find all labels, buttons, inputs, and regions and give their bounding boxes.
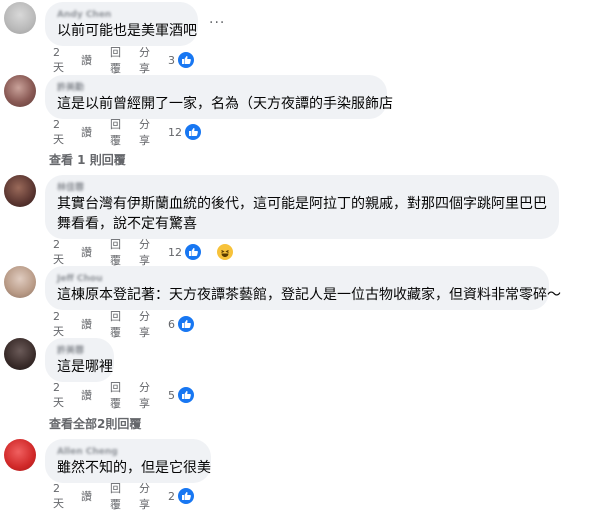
comment-time[interactable]: 2天	[53, 46, 64, 75]
comment-bubble: Allen Cheng 雖然不知的，但是它很美	[45, 439, 211, 483]
share-button[interactable]: 分享	[139, 308, 150, 340]
more-options-icon[interactable]: ···	[209, 15, 225, 31]
reaction-count[interactable]: 3	[168, 51, 213, 69]
comment-bubble: Andy Chen 以前可能也是美軍酒吧	[45, 2, 198, 46]
like-button[interactable]: 讚	[81, 316, 92, 332]
comment-text: 這是以前曾經開了一家，名為（天方夜譚的手染服飾店	[57, 96, 393, 112]
reply-button[interactable]: 回覆	[110, 379, 121, 411]
thumbs-up-icon	[177, 386, 195, 404]
comment-actions: 2天 讚 回覆 分享 12	[53, 118, 220, 147]
share-button[interactable]: 分享	[139, 480, 150, 512]
comment-bubble: 許美勤 這是以前曾經開了一家，名為（天方夜譚的手染服飾店	[45, 75, 393, 119]
avatar[interactable]	[4, 2, 36, 34]
reply-button[interactable]: 回覆	[110, 236, 121, 268]
comment-author[interactable]: Allen Cheng	[57, 446, 199, 458]
comment-text: 這棟原本登記著：天方夜譚茶藝館，登記人是一位古物收藏家，但資料非常零碎～	[57, 287, 561, 303]
comment-actions: 2天 讚 回覆 分享 2	[53, 482, 213, 511]
like-button[interactable]: 讚	[81, 244, 92, 260]
comment-author[interactable]: Andy Chen	[57, 9, 186, 21]
thumbs-up-icon	[177, 315, 195, 333]
reply-button[interactable]: 回覆	[110, 308, 121, 340]
comment-time[interactable]: 2天	[53, 118, 64, 147]
comment-author[interactable]: 許美勤	[57, 82, 375, 94]
avatar[interactable]	[4, 266, 36, 298]
reaction-count[interactable]: 6	[168, 315, 213, 333]
comment-actions: 2天 讚 回覆 分享 12	[53, 238, 252, 267]
avatar[interactable]	[4, 338, 36, 370]
haha-icon	[216, 243, 234, 261]
share-button[interactable]: 分享	[139, 379, 150, 411]
comment-time[interactable]: 2天	[53, 381, 64, 410]
comment-bubble: Jeff Chou 這棟原本登記著：天方夜譚茶藝館，登記人是一位古物收藏家，但資…	[45, 266, 561, 310]
reply-button[interactable]: 回覆	[110, 116, 121, 148]
comment-text: 其實台灣有伊斯蘭血統的後代，這可能是阿拉丁的親戚，對那四個字跳阿里巴巴舞看看，說…	[57, 196, 547, 232]
thumbs-up-icon	[184, 123, 202, 141]
comment-time[interactable]: 2天	[53, 310, 64, 339]
comment-text: 以前可能也是美軍酒吧	[57, 23, 197, 39]
avatar[interactable]	[4, 75, 36, 107]
comment-author[interactable]: 許美蓉	[57, 345, 102, 357]
reaction-count[interactable]: 12	[168, 123, 220, 141]
comment-text: 這是哪裡	[57, 359, 113, 375]
avatar[interactable]	[4, 175, 36, 207]
reaction-count[interactable]: 12	[168, 243, 252, 261]
comment-bubble: 林佳蓉 其實台灣有伊斯蘭血統的後代，這可能是阿拉丁的親戚，對那四個字跳阿里巴巴舞…	[45, 175, 559, 239]
thumbs-up-icon	[177, 487, 195, 505]
comment-time[interactable]: 2天	[53, 482, 64, 511]
like-button[interactable]: 讚	[81, 124, 92, 140]
comment-actions: 2天 讚 回覆 分享 6	[53, 310, 213, 339]
avatar[interactable]	[4, 439, 36, 471]
share-button[interactable]: 分享	[139, 44, 150, 76]
share-button[interactable]: 分享	[139, 236, 150, 268]
share-button[interactable]: 分享	[139, 116, 150, 148]
comment-bubble: 許美蓉 這是哪裡	[45, 338, 114, 382]
comment-text: 雖然不知的，但是它很美	[57, 460, 211, 476]
reaction-count[interactable]: 2	[168, 487, 213, 505]
comment-time[interactable]: 2天	[53, 238, 64, 267]
comment-actions: 2天 讚 回覆 分享 3	[53, 46, 213, 75]
comment-author[interactable]: Jeff Chou	[57, 273, 537, 285]
view-replies-link[interactable]: 查看 1 則回覆	[49, 151, 126, 168]
thumbs-up-icon	[177, 51, 195, 69]
view-replies-link[interactable]: 查看全部2則回覆	[49, 415, 141, 432]
like-button[interactable]: 讚	[81, 488, 92, 504]
comment-actions: 2天 讚 回覆 分享 5	[53, 381, 213, 410]
thumbs-up-icon	[184, 243, 202, 261]
like-button[interactable]: 讚	[81, 52, 92, 68]
reply-button[interactable]: 回覆	[110, 480, 121, 512]
like-button[interactable]: 讚	[81, 387, 92, 403]
comment-author[interactable]: 林佳蓉	[57, 182, 547, 194]
reply-button[interactable]: 回覆	[110, 44, 121, 76]
reaction-count[interactable]: 5	[168, 386, 213, 404]
